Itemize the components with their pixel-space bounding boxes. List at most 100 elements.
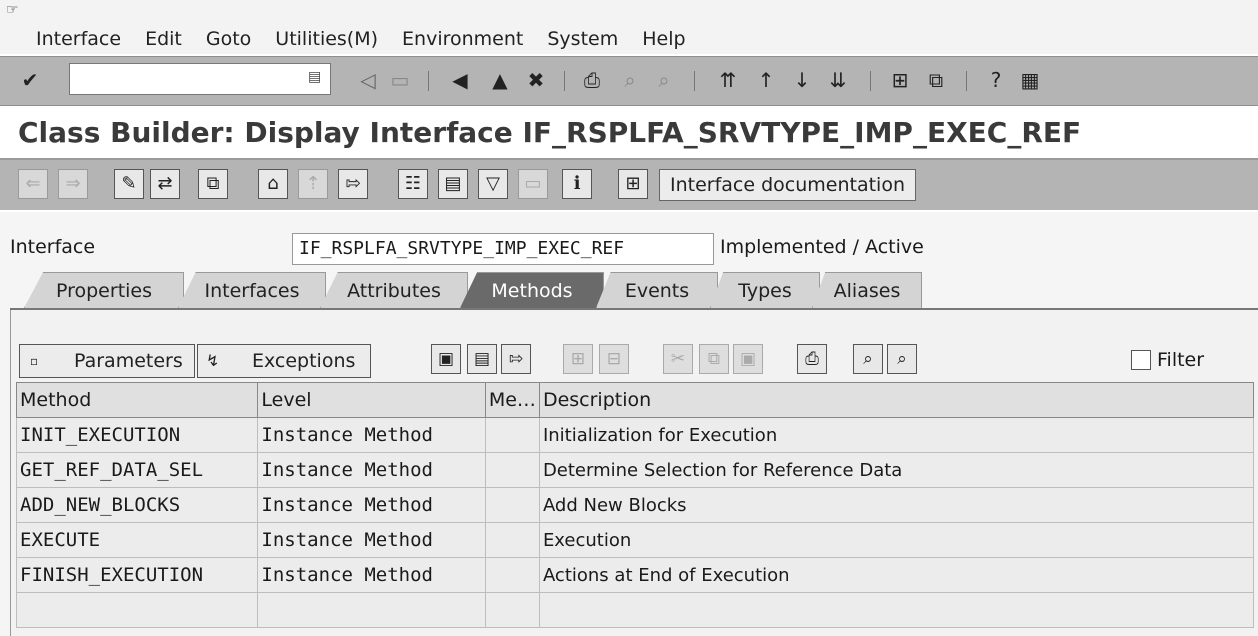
column-header-me[interactable]: Me… — [484, 382, 540, 418]
display-change-icon[interactable]: ✎ — [114, 169, 144, 199]
column-header-description[interactable]: Description — [538, 382, 1255, 418]
exit-icon[interactable]: ▲ — [488, 68, 512, 92]
description-cell[interactable]: Actions at End of Execution — [538, 557, 1255, 593]
table-row[interactable]: GET_REF_DATA_SEL Instance Method Determi… — [15, 452, 1255, 488]
method-cell[interactable]: ADD_NEW_BLOCKS — [15, 487, 259, 523]
table-row[interactable] — [15, 592, 1255, 628]
me-cell[interactable] — [484, 487, 540, 523]
menu-interface[interactable]: Interface — [0, 28, 133, 50]
column-header-method[interactable]: Method — [15, 382, 259, 418]
menu-strip: ☞ Interface Edit Goto Utilities(M) Envir… — [0, 0, 1258, 54]
description-cell[interactable]: Add New Blocks — [538, 487, 1255, 523]
menu-utilities[interactable]: Utilities(M) — [263, 28, 390, 50]
page-title: Class Builder: Display Interface IF_RSPL… — [18, 116, 1082, 149]
description-cell[interactable]: Initialization for Execution — [538, 417, 1255, 453]
forward-object-icon: ⇒ — [58, 169, 88, 199]
save-icon: ▭ — [390, 68, 410, 92]
level-cell[interactable]: Instance Method — [257, 522, 486, 558]
new-session-icon[interactable]: ⊞ — [888, 68, 912, 92]
tab-events[interactable]: Events — [596, 272, 718, 308]
toolbar-separator — [428, 71, 429, 91]
find-icon: ⌕ — [624, 68, 636, 92]
level-cell[interactable]: Instance Method — [257, 557, 486, 593]
level-cell[interactable]: Instance Method — [257, 417, 486, 453]
column-header-level[interactable]: Level — [257, 382, 486, 418]
toolbar-separator — [966, 71, 967, 91]
tab-methods[interactable]: Methods — [460, 272, 604, 308]
navigate-icon[interactable]: ⇰ — [501, 344, 531, 374]
info-icon[interactable]: ℹ — [562, 169, 592, 199]
table-row[interactable]: ADD_NEW_BLOCKS Instance Method Add New B… — [15, 487, 1255, 523]
shortcut-icon[interactable]: ⧉ — [924, 68, 948, 92]
level-cell[interactable]: Instance Method — [257, 487, 486, 523]
back-icon[interactable]: ◀ — [448, 68, 472, 92]
previous-page-icon[interactable]: ↑ — [754, 68, 778, 92]
object-list-icon[interactable]: ☷ — [398, 169, 428, 199]
last-page-icon[interactable]: ⇊ — [826, 68, 850, 92]
find-list-icon[interactable]: ⌕ — [853, 344, 883, 374]
interface-name-field[interactable]: IF_RSPLFA_SRVTYPE_IMP_EXEC_REF — [292, 233, 714, 265]
first-page-icon[interactable]: ⇈ — [716, 68, 740, 92]
active-inactive-icon[interactable]: ⇄ — [150, 169, 180, 199]
table-row[interactable]: INIT_EXECUTION Instance Method Initializ… — [15, 417, 1255, 453]
source-code-icon[interactable]: ▣ — [431, 344, 461, 374]
detail-view-icon[interactable]: ▤ — [467, 344, 497, 374]
filter-checkbox[interactable] — [1131, 350, 1151, 370]
interface-label: Interface — [10, 236, 96, 258]
system-menu-icon[interactable]: ☞ — [6, 3, 24, 17]
level-cell[interactable] — [257, 592, 486, 628]
methods-table: Method Level Me… Description INIT_EXECUT… — [15, 382, 1255, 628]
method-cell[interactable]: INIT_EXECUTION — [15, 417, 259, 453]
layout-menu-icon[interactable]: ▦ — [1018, 68, 1042, 92]
table-header-row: Method Level Me… Description — [15, 382, 1255, 418]
check-icon[interactable]: ⌂ — [258, 169, 288, 199]
command-field[interactable] — [69, 63, 331, 95]
toolbar-separator — [870, 71, 871, 91]
command-history-icon[interactable]: ▤ — [308, 69, 326, 89]
description-cell[interactable] — [538, 592, 1255, 628]
where-used-icon[interactable]: ⇰ — [338, 169, 368, 199]
interface-documentation-button[interactable]: Interface documentation — [659, 169, 916, 201]
display-object-list-icon[interactable]: ▤ — [438, 169, 468, 199]
menu-system[interactable]: System — [535, 28, 630, 50]
title-bar: Class Builder: Display Interface IF_RSPL… — [0, 106, 1258, 160]
method-cell[interactable]: EXECUTE — [15, 522, 259, 558]
tab-attributes[interactable]: Attributes — [320, 272, 468, 308]
tab-types[interactable]: Types — [710, 272, 820, 308]
hierarchy-icon[interactable]: ⊞ — [618, 169, 648, 199]
description-cell[interactable]: Execution — [538, 522, 1255, 558]
tab-aliases[interactable]: Aliases — [812, 272, 922, 308]
tab-interfaces[interactable]: Interfaces — [178, 272, 326, 308]
print-icon[interactable]: ⎙ — [580, 68, 604, 92]
enter-check-icon[interactable]: ✔ — [18, 68, 42, 92]
cancel-icon[interactable]: ✖ — [524, 68, 548, 92]
table-row[interactable]: EXECUTE Instance Method Execution — [15, 522, 1255, 558]
me-cell[interactable] — [484, 452, 540, 488]
menu-help[interactable]: Help — [630, 28, 697, 50]
find-next-list-icon[interactable]: ⌕ — [887, 344, 917, 374]
menu-goto[interactable]: Goto — [194, 28, 263, 50]
me-cell[interactable] — [484, 557, 540, 593]
parameters-button[interactable]: ▫ Parameters — [19, 344, 195, 378]
next-page-icon[interactable]: ↓ — [790, 68, 814, 92]
method-cell[interactable]: GET_REF_DATA_SEL — [15, 452, 259, 488]
filter-icon[interactable]: ▽ — [478, 169, 508, 199]
description-cell[interactable]: Determine Selection for Reference Data — [538, 452, 1255, 488]
me-cell[interactable] — [484, 592, 540, 628]
menu-environment[interactable]: Environment — [390, 28, 535, 50]
print-list-icon[interactable]: ⎙ — [797, 344, 827, 374]
table-row[interactable]: FINISH_EXECUTION Instance Method Actions… — [15, 557, 1255, 593]
tab-properties[interactable]: Properties — [24, 272, 184, 308]
method-cell[interactable] — [15, 592, 259, 628]
menu-bar: Interface Edit Goto Utilities(M) Environ… — [0, 26, 1258, 52]
exceptions-button[interactable]: ↯ Exceptions — [197, 344, 371, 378]
level-cell[interactable]: Instance Method — [257, 452, 486, 488]
me-cell[interactable] — [484, 522, 540, 558]
menu-edit[interactable]: Edit — [133, 28, 194, 50]
other-object-icon[interactable]: ⧉ — [198, 169, 228, 199]
me-cell[interactable] — [484, 417, 540, 453]
copy-icon: ⧉ — [699, 344, 729, 374]
exceptions-icon: ↯ — [206, 351, 220, 370]
method-cell[interactable]: FINISH_EXECUTION — [15, 557, 259, 593]
help-icon[interactable]: ? — [984, 68, 1008, 92]
